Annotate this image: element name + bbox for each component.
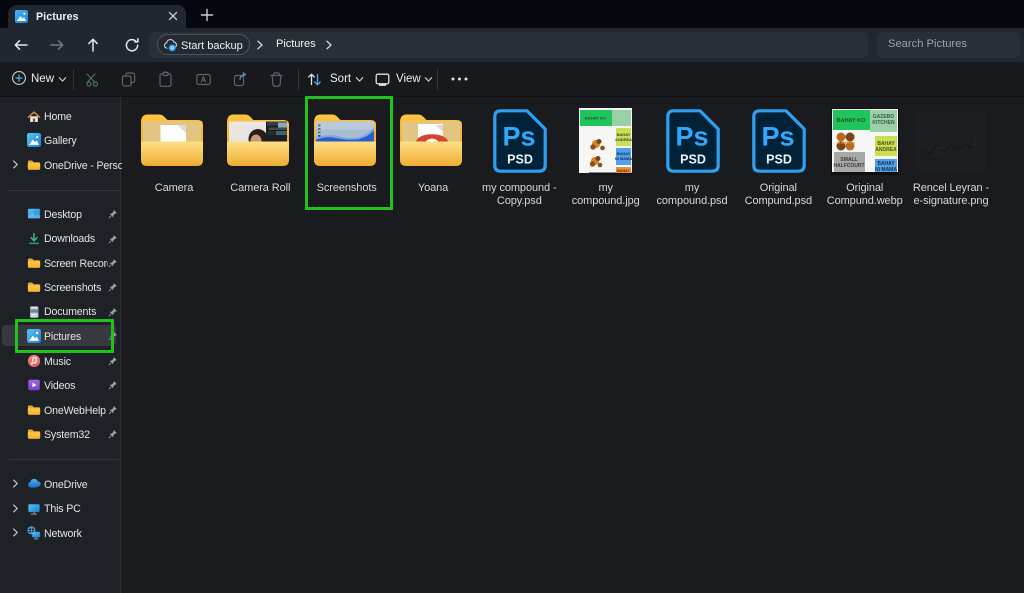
svg-text:KITCHEN: KITCHEN: [872, 120, 895, 126]
svg-text:ANDREA: ANDREA: [875, 147, 897, 153]
svg-text:ANDREA: ANDREA: [615, 137, 632, 142]
svg-text:Ps: Ps: [675, 122, 708, 152]
svg-text:PSD: PSD: [766, 153, 792, 167]
svg-text:BAHAY KO: BAHAY KO: [585, 115, 606, 120]
svg-text:PSD: PSD: [507, 153, 533, 167]
svg-text:Ps: Ps: [502, 122, 535, 152]
svg-text:PSD: PSD: [680, 153, 706, 167]
svg-text:NI MAMA: NI MAMA: [614, 156, 631, 161]
svg-text:GARDEN: GARDEN: [837, 140, 854, 145]
svg-text:NI MAMA: NI MAMA: [875, 167, 897, 173]
svg-text:BAHAY KO: BAHAY KO: [836, 118, 865, 124]
svg-text:Ps: Ps: [761, 122, 794, 152]
svg-text:HALFCOURT: HALFCOURT: [833, 163, 864, 169]
svg-text:BAHAY: BAHAY: [617, 169, 630, 173]
